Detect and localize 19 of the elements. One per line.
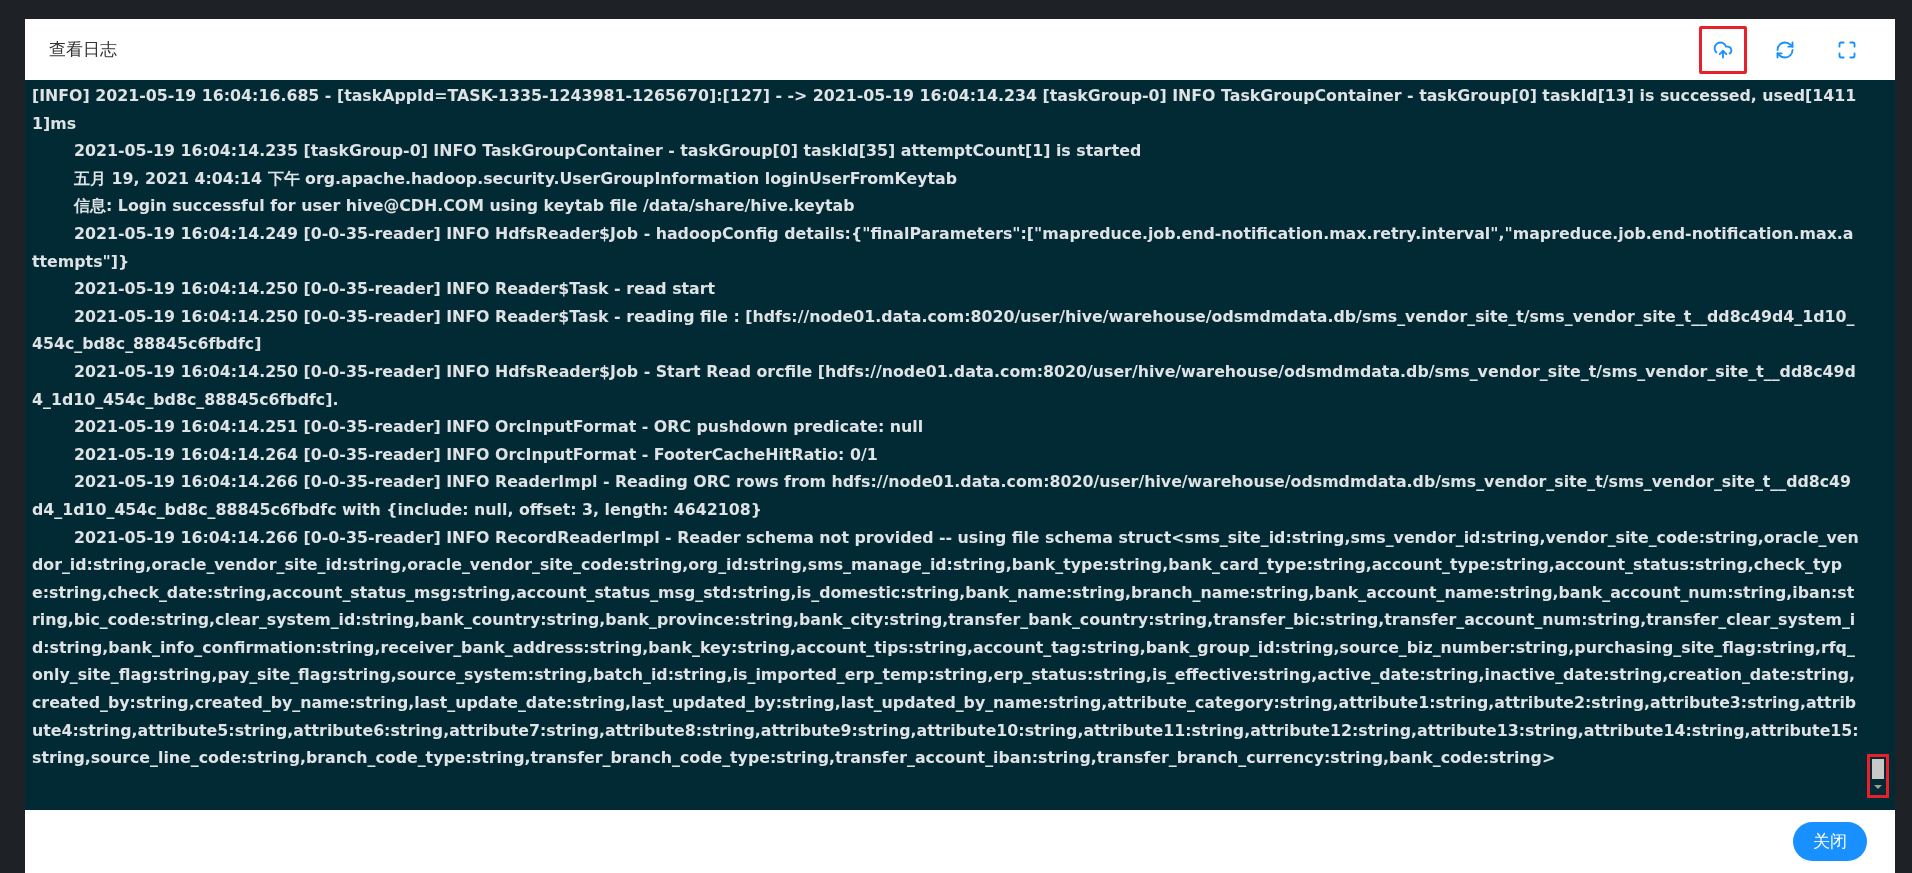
log-line: 2021-05-19 16:04:14.264 [0-0-35-reader] INFO OrcInputFormat - FooterCacheHitRatio: 0/1	[73, 443, 879, 466]
log-line: 2021-05-19 16:04:14.266 [0-0-35-reader] INFO ReaderImpl - Reading ORC rows from hdfs://node01.data.com:8020/user/hive/warehouse/odsmdmdata.db/sms_vendor_site_t/sms_vendor_site_t__dd8c49d4_1d10_454c_bd8c_88845c6fbdfc with {include: null, offset: 3, length: 4642108}	[32, 471, 1853, 521]
fullscreen-icon	[1837, 39, 1857, 60]
log-line: 2021-05-19 16:04:14.235 [taskGroup-0] INFO TaskGroupContainer - taskGroup[0] taskId[35] attemptCount[1] is started	[73, 140, 1143, 163]
log-line: [INFO] 2021-05-19 16:04:16.685 - [taskAppId=TASK-1335-1243981-1265670]:[127] - -> 2021-05-19 16:04:14.234 [taskGroup-0] INFO TaskGroupContainer - taskGroup[0] taskId[13] is successed, used[14111]ms	[32, 85, 1858, 135]
log-line: 2021-05-19 16:04:14.251 [0-0-35-reader] INFO OrcInputFormat - ORC pushdown predicate: null	[73, 416, 925, 439]
refresh-icon	[1775, 39, 1795, 60]
log-line: 2021-05-19 16:04:14.250 [0-0-35-reader] INFO Reader$Task - read start	[73, 278, 717, 301]
log-line: 2021-05-19 16:04:14.266 [0-0-35-reader] INFO RecordReaderImpl - Reader schema not provided -- using file schema struct<sms_site_id:string,sms_vendor_id:string,vendor_site_code:string,oracle_vendor_id:string,oracle_vendor_site_id:string,oracle_vendor_site_code:string,org_id:string,sms_manage_id:string,bank_type:string,bank_card_type:string,account_type:string,account_status:string,check_type:string,check_date:string,account_status_msg:string,account_status_msg_std:string,is_domestic:string,bank_name:string,branch_name:string,bank_account_name:string,bank_account_num:string,iban:string,bic_code:string,clear_system_id:string,bank_country:string,bank_province:string,bank_city:string,transfer_bank_country:string,transfer_bic:string,transfer_account_num:string,transfer_clear_system_id:string,bank_info_confirmation:string,receiver_bank_address:string,bank_key:string,account_tips:string,account_tag:string,bank_group_id:string,source_biz_number:string,purchasing_site_flag:string,rfq_only_site_flag:string,pay_site_flag:string,source_system:string,batch_id:string,is_imported_erp_temp:string,erp_status:string,is_effective:string,active_date:string,inactive_date:string,creation_date:string,created_by:string,created_by_name:string,last_update_date:string,last_updated_by:string,last_updated_by_name:string,attribute_category:string,attribute1:string,attribute2:string,attribute3:string,attribute4:string,attribute5:string,attribute6:string,attribute7:string,attribute8:string,attribute9:string,attribute10:string,attribute11:string,attribute12:string,attribute13:string,attribute14:string,attribute15:string,source_line_code:string,branch_code_type:string,transfer_branch_code_type:string,transfer_account_iban:string,transfer_branch_currency:string,bank_code:string>	[32, 526, 1859, 770]
cloud-upload-button[interactable]	[1699, 25, 1747, 74]
scrollbar[interactable]	[1867, 754, 1889, 798]
log-line: 2021-05-19 16:04:14.250 [0-0-35-reader] INFO Reader$Task - reading file : [hdfs://node01.data.com:8020/user/hive/warehouse/odsmdmdata.db/sms_vendor_site_t/sms_vendor_site_t__dd8c49d4_1d10_454c_bd8c_88845c6fbdfc]	[32, 305, 1856, 356]
close-button[interactable]: 关闭	[1793, 822, 1867, 861]
log-line: 2021-05-19 16:04:14.249 [0-0-35-reader] INFO HdfsReader$Job - hadoopConfig details:{"finalParameters":["mapreduce.job.end-notification.max.retry.interval","mapreduce.job.end-notification.max.attempts"]}	[32, 222, 1855, 273]
log-line: 信息: Login successful for user hive@CDH.COM using keytab file /data/share/hive.keytab	[72, 195, 856, 218]
log-line: 2021-05-19 16:04:14.250 [0-0-35-reader] INFO HdfsReader$Job - Start Read orcfile [hdfs://node01.data.com:8020/user/hive/warehouse/odsmdmdata.db/sms_vendor_site_t/sms_vendor_site_t__dd8c49d4_1d10_454c_bd8c_88845c6fbdfc].	[32, 360, 1857, 411]
dialog-title: 查看日志	[49, 38, 118, 61]
cloud-upload-icon	[1713, 39, 1733, 60]
log-line: 五月 19, 2021 4:04:14 下午 org.apache.hadoop.security.UserGroupInformation loginUserFromKeytab	[73, 167, 959, 190]
